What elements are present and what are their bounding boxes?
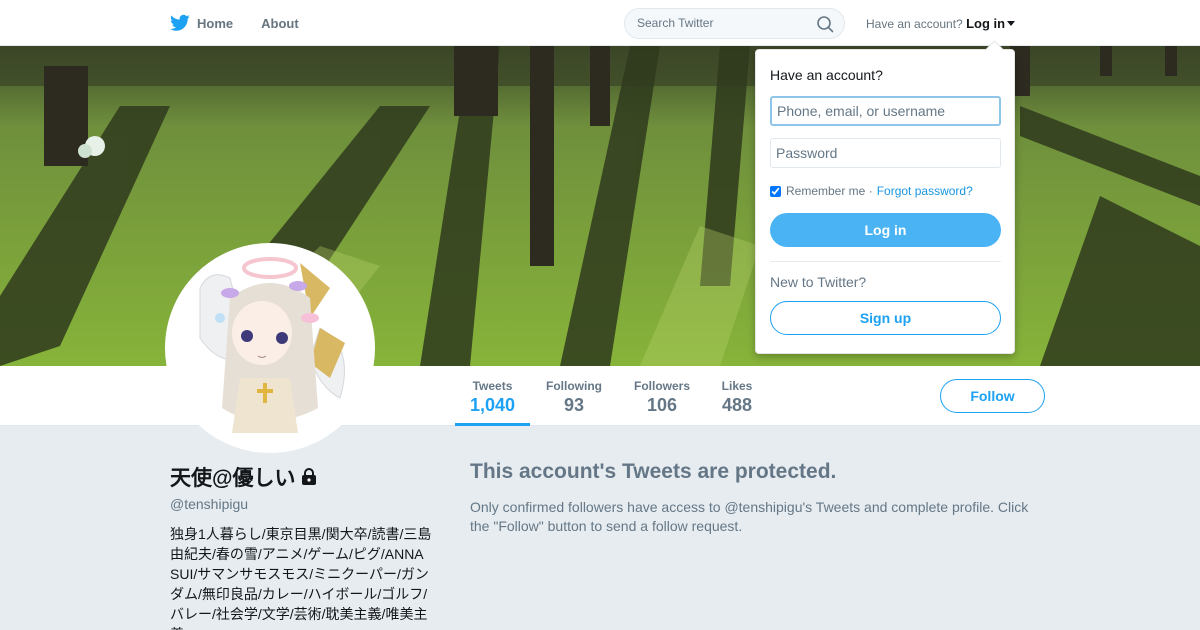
stat-tweets-label: Tweets <box>472 379 513 393</box>
stat-tweets-value: 1,040 <box>469 395 516 415</box>
nav-left: Home About <box>170 0 327 46</box>
remember-me-label[interactable]: Remember me <box>786 184 865 198</box>
stat-likes-value: 488 <box>721 395 753 415</box>
stat-following[interactable]: Following 93 <box>540 366 608 426</box>
nav-about-label: About <box>261 15 299 31</box>
separator-dot: · <box>868 184 873 198</box>
login-dropdown: Have an account? Remember me · Forgot pa… <box>755 49 1015 354</box>
account-prompt: Have an account? <box>866 17 963 31</box>
username-field[interactable] <box>770 96 1001 126</box>
protected-notice: This account's Tweets are protected. Onl… <box>470 460 1040 536</box>
search-input[interactable] <box>637 16 807 30</box>
remember-me-row: Remember me · Forgot password? <box>770 184 973 198</box>
stat-followers-value: 106 <box>646 395 678 415</box>
signup-button[interactable]: Sign up <box>770 301 1001 335</box>
avatar-angel-illustration <box>170 248 370 448</box>
remember-me-checkbox[interactable] <box>770 185 781 197</box>
twitter-bird-icon <box>170 14 190 31</box>
stat-likes[interactable]: Likes 488 <box>714 366 760 426</box>
stat-likes-label: Likes <box>721 379 753 393</box>
stat-tweets[interactable]: Tweets 1,040 <box>455 366 530 426</box>
protected-title: This account's Tweets are protected. <box>470 460 837 483</box>
nav-about[interactable]: About <box>261 0 299 46</box>
profile-display-name[interactable]: 天使@優しい <box>170 462 295 492</box>
new-to-twitter-label: New to Twitter? <box>770 274 867 290</box>
search-box[interactable] <box>624 8 845 39</box>
caret-down-icon[interactable] <box>1007 21 1016 26</box>
account-login-toggle[interactable]: Have an account? Log in <box>866 16 1016 31</box>
profile-avatar[interactable] <box>165 243 375 453</box>
protected-body: Only confirmed followers have access to … <box>470 499 1029 534</box>
nav-home[interactable]: Home <box>170 0 233 46</box>
login-dropdown-title: Have an account? <box>770 67 883 83</box>
profile-name-row: 天使@優しい <box>170 462 432 492</box>
forgot-password-link[interactable]: Forgot password? <box>877 184 973 198</box>
dropdown-divider <box>770 261 1001 262</box>
follow-button[interactable]: Follow <box>940 379 1045 413</box>
nav-home-label: Home <box>197 15 234 31</box>
password-field[interactable] <box>770 138 1001 168</box>
search-icon[interactable] <box>816 15 834 33</box>
stat-following-label: Following <box>546 379 602 393</box>
stat-following-value: 93 <box>563 395 585 415</box>
login-button[interactable]: Log in <box>770 213 1001 247</box>
profile-bio: 独身1人暮らし/東京目黒/関大卒/読書/三島由紀夫/春の雪/アニメ/ゲーム/ピグ… <box>170 526 432 630</box>
profile-card: 天使@優しい @tenshipigu 独身1人暮らし/東京目黒/関大卒/読書/三… <box>170 462 432 630</box>
login-dropdown-toggle[interactable]: Log in <box>966 16 1005 31</box>
top-navigation-bar: Home About Have an account? Log in <box>0 0 1200 46</box>
lock-icon <box>302 468 317 485</box>
stat-followers-label: Followers <box>633 379 690 393</box>
stat-followers[interactable]: Followers 106 <box>628 366 696 426</box>
profile-handle[interactable]: @tenshipigu <box>170 496 432 512</box>
